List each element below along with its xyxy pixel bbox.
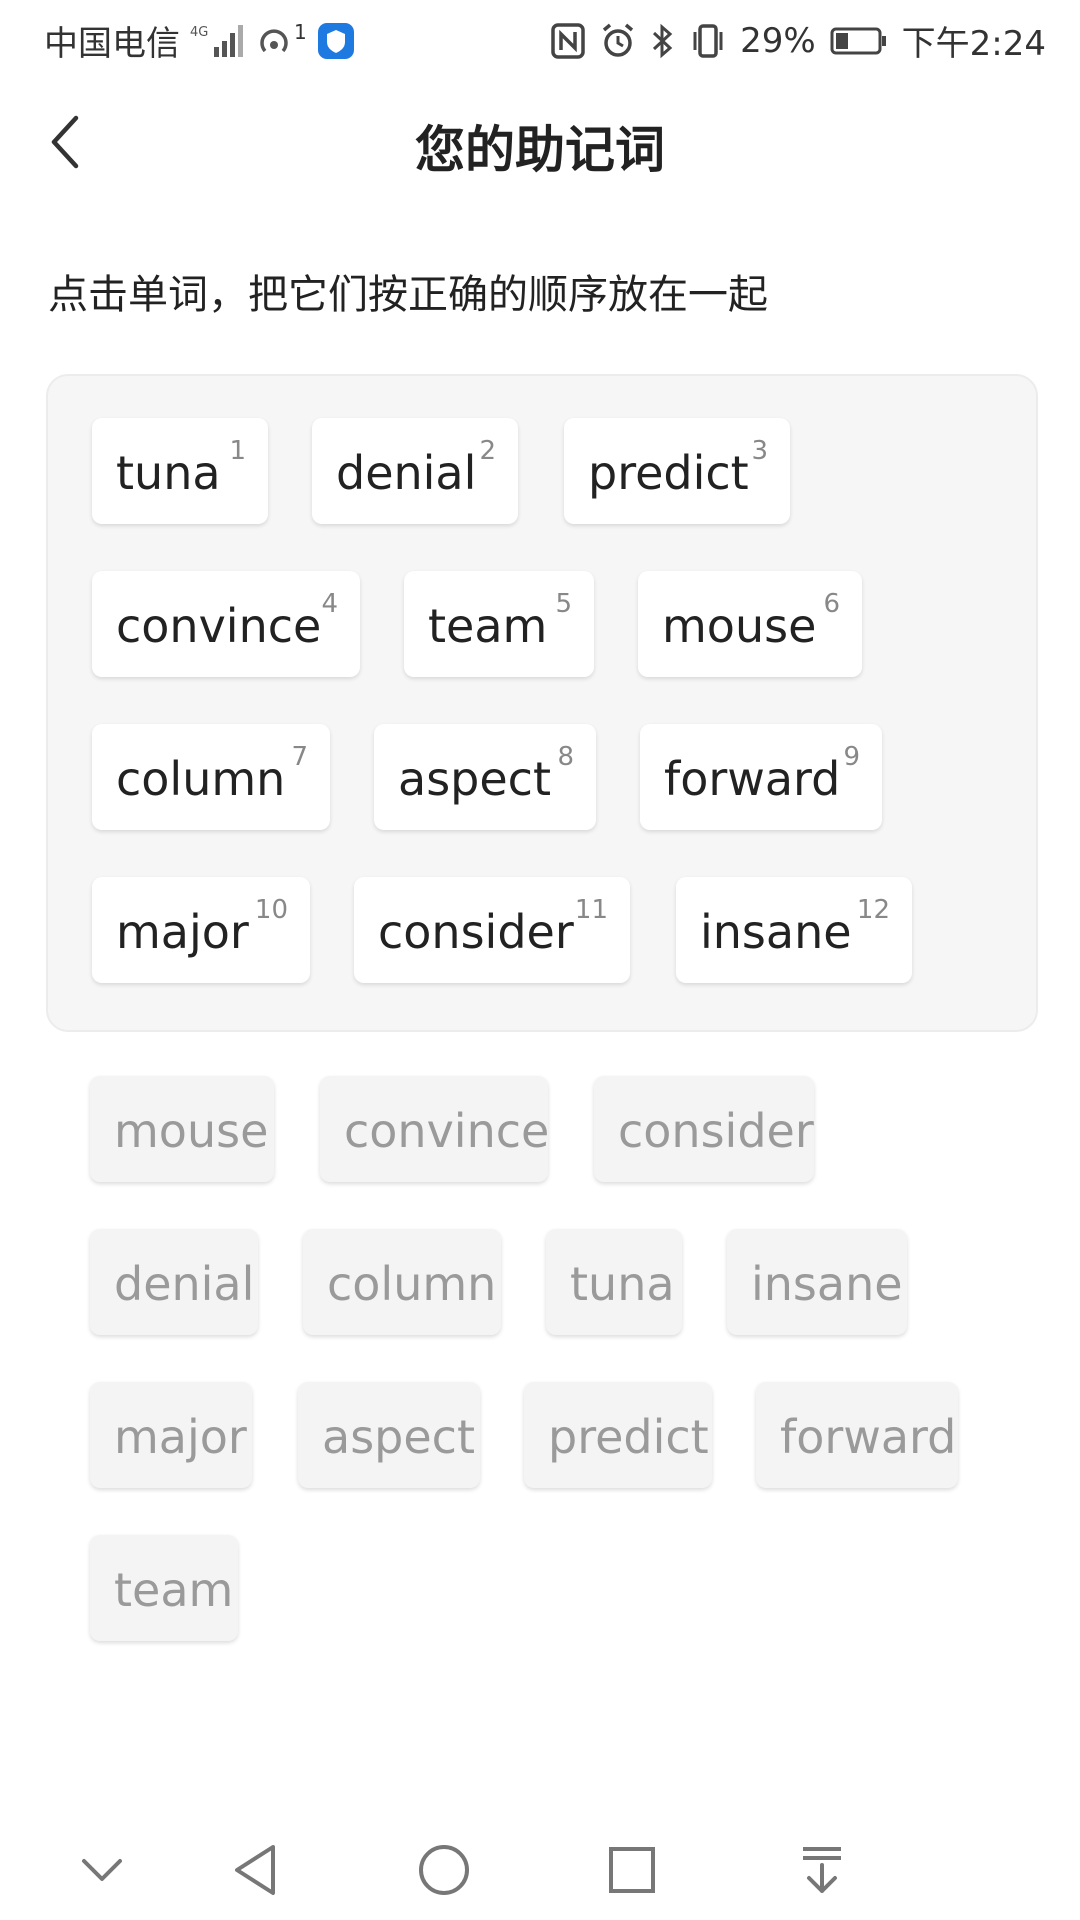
word-text: insane [751, 1257, 903, 1311]
word-text: team [428, 599, 548, 653]
selected-word-4[interactable]: convince 4 [92, 571, 360, 677]
shield-app-icon [317, 22, 355, 60]
word-text: consider [618, 1104, 814, 1158]
back-triangle-icon [231, 1843, 281, 1897]
option-word[interactable]: mouse [90, 1076, 274, 1182]
option-word[interactable]: aspect [298, 1382, 480, 1488]
nav-notification-button[interactable] [782, 1830, 862, 1910]
word-text: forward [780, 1410, 957, 1464]
carrier-name: 中国电信 [44, 24, 180, 64]
word-index: 4 [321, 589, 338, 619]
instruction-text: 点击单词，把它们按正确的顺序放在一起 [48, 272, 768, 318]
selected-word-3[interactable]: predict 3 [564, 418, 790, 524]
clock: 下午2:24 [901, 24, 1046, 64]
nav-recents-button[interactable] [592, 1830, 672, 1910]
system-nav-bar [0, 1820, 1080, 1920]
hotspot-icon [258, 21, 298, 61]
nav-back-button[interactable] [216, 1830, 296, 1910]
word-text: major [116, 905, 249, 959]
vibrate-icon [690, 22, 726, 60]
home-circle-icon [417, 1843, 471, 1897]
word-index: 10 [254, 895, 288, 925]
bluetooth-icon [650, 22, 676, 60]
word-text: major [114, 1410, 247, 1464]
selected-word-5[interactable]: team 5 [404, 571, 594, 677]
selected-word-9[interactable]: forward 9 [640, 724, 882, 830]
option-word[interactable]: team [90, 1535, 238, 1641]
selected-word-11[interactable]: consider 11 [354, 877, 630, 983]
selected-word-12[interactable]: insane 12 [676, 877, 912, 983]
option-word[interactable]: denial [90, 1229, 258, 1335]
word-text: predict [588, 446, 749, 500]
network-type: 4G [190, 25, 208, 40]
word-index: 8 [557, 742, 574, 772]
word-text: column [327, 1257, 497, 1311]
selected-word-6[interactable]: mouse 6 [638, 571, 862, 677]
word-text: column [116, 752, 286, 806]
word-text: predict [548, 1410, 709, 1464]
nfc-icon [550, 22, 586, 60]
word-text: consider [378, 905, 574, 959]
option-word[interactable]: consider [594, 1076, 814, 1182]
battery-icon [830, 25, 888, 57]
status-right: 29% 下午2:24 [550, 16, 1046, 65]
hotspot-badge: 1 [294, 19, 307, 44]
word-text: aspect [322, 1410, 475, 1464]
word-text: tuna [116, 446, 221, 500]
word-index: 9 [843, 742, 860, 772]
word-text: tuna [570, 1257, 675, 1311]
selected-word-2[interactable]: denial 2 [312, 418, 518, 524]
chevron-down-icon [79, 1855, 125, 1885]
option-word[interactable]: predict [524, 1382, 712, 1488]
word-text: mouse [662, 599, 817, 653]
status-bar: 中国电信 4G 1 29% 下午2:24 [0, 0, 1080, 72]
recents-square-icon [607, 1845, 657, 1895]
selected-word-10[interactable]: major 10 [92, 877, 310, 983]
word-index: 11 [574, 895, 608, 925]
word-index: 1 [229, 436, 246, 466]
word-text: denial [114, 1257, 255, 1311]
word-text: team [114, 1563, 234, 1617]
word-text: insane [700, 905, 852, 959]
selected-words-panel: tuna 1 denial 2 predict 3 convince 4 tea… [46, 374, 1038, 1032]
word-text: aspect [398, 752, 551, 806]
selected-word-1[interactable]: tuna 1 [92, 418, 268, 524]
option-word[interactable]: column [303, 1229, 501, 1335]
option-word[interactable]: forward [756, 1382, 958, 1488]
option-word[interactable]: major [90, 1382, 252, 1488]
option-word[interactable]: convince [320, 1076, 550, 1182]
selected-word-7[interactable]: column 7 [92, 724, 330, 830]
hide-nav-button[interactable] [62, 1830, 142, 1910]
word-index: 12 [856, 895, 890, 925]
status-left: 中国电信 4G 1 [44, 16, 355, 65]
word-text: mouse [114, 1104, 269, 1158]
word-index: 3 [751, 436, 768, 466]
word-index: 6 [823, 589, 840, 619]
word-index: 2 [479, 436, 496, 466]
notification-pull-icon [799, 1845, 845, 1895]
word-text: convince [116, 599, 322, 653]
word-index: 7 [291, 742, 308, 772]
word-text: denial [336, 446, 477, 500]
option-word[interactable]: tuna [546, 1229, 682, 1335]
battery-percent: 29% [740, 20, 816, 61]
word-index: 5 [555, 589, 572, 619]
alarm-icon [600, 22, 636, 60]
selected-word-8[interactable]: aspect 8 [374, 724, 596, 830]
signal-icon: 4G [190, 23, 248, 59]
word-text: forward [664, 752, 841, 806]
word-text: convince [344, 1104, 550, 1158]
page-title: 您的助记词 [415, 121, 665, 179]
nav-home-button[interactable] [404, 1830, 484, 1910]
header: 您的助记词 [0, 82, 1080, 202]
option-word[interactable]: insane [727, 1229, 907, 1335]
